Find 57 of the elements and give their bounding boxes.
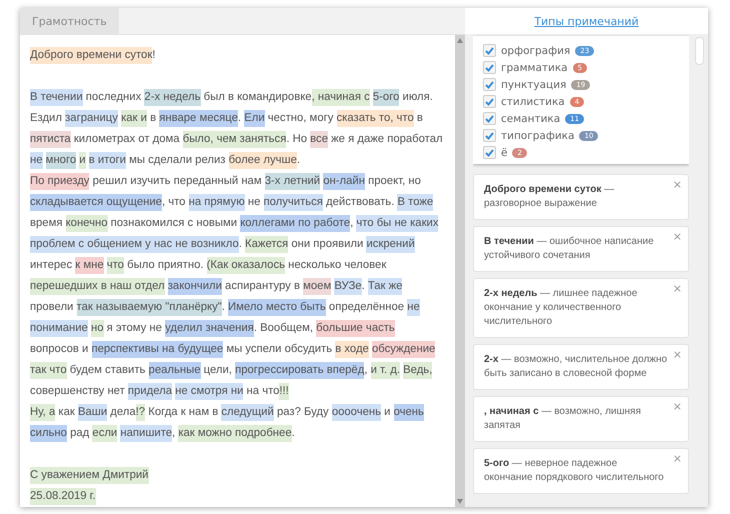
note-card[interactable]: В течении — ошибочное написание устойчивого сочетания × <box>473 226 689 272</box>
filter-label: типографика <box>501 130 574 142</box>
filter-label: семантика <box>501 112 560 124</box>
close-button[interactable]: × <box>672 178 682 191</box>
note-text: 2-х недель — лишнее падежное окончание у количественного числительного <box>484 287 638 329</box>
text-line: 25.08.2019 г. <box>30 486 455 507</box>
text-line: провели так называемую "планёрку". Имело место быть определённое не <box>30 297 455 318</box>
scrollbar[interactable] <box>455 35 465 507</box>
filter-label: грамматика <box>501 62 568 74</box>
scrollbar-thumb[interactable] <box>695 37 704 65</box>
note-card[interactable]: 2-х — возможно, числительное должно быть записано в словесной форме × <box>473 344 689 390</box>
text-line: По приезду решил изучить переданный нам 3-х летний он-лайн проект, но <box>30 171 455 192</box>
note-text: Доброго времени суток — разговорное выражение <box>484 183 616 211</box>
close-button[interactable]: × <box>672 230 682 243</box>
checkbox[interactable] <box>483 61 496 74</box>
text-line: Ездил заграницу как и в январе месяце. Ели честно, могу сказать то, что в <box>30 108 455 129</box>
note-card[interactable]: 5-ого — неверное падежное окончание порядкового числительного × <box>473 448 689 494</box>
text-line: совершенству нет придела не смотря ни на что!!! <box>30 381 455 402</box>
scroll-up-icon[interactable] <box>457 38 463 43</box>
text-line: понимание но я этому не уделил значения. Вообщем, большие часть <box>30 318 455 339</box>
text-line: В течении последних 2-х недель был в командировке, начиная с 5-ого июля. <box>30 87 455 108</box>
note-card[interactable]: , начиная с — возможно, лишняя запятая × <box>473 396 689 442</box>
text-line: перешедших в наш отдел закончили аспирантуру в моем ВУЗе. Так же <box>30 276 455 297</box>
checkbox[interactable] <box>483 112 496 125</box>
checkbox[interactable] <box>483 95 496 108</box>
note-text: 2-х — возможно, числительное должно быть записано в словесной форме <box>484 353 668 381</box>
text-line: не много и в итоги мы сделали релиз более лучше. <box>30 150 455 171</box>
note-text: 5-ого — неверное падежное окончание порядкового числительного <box>484 457 665 485</box>
note-card[interactable]: Доброго времени суток — разговорное выражение × <box>473 174 689 220</box>
text-line: проблем с общением у нас не возникло. Кажется они проявили искрений <box>30 234 455 255</box>
filter-label: стилистика <box>501 96 565 108</box>
text-line: пятиста километрах от дома было, чем заняться. Но все же я даже поработал <box>30 129 455 150</box>
note-text: , начиная с — возможно, лишняя запятая <box>484 405 642 433</box>
close-button[interactable]: × <box>672 348 682 361</box>
text-line: так что будем ставить реальные цели, прогрессировать вперёд, и т. д. Ведь, <box>30 360 455 381</box>
scroll-down-icon[interactable] <box>457 499 463 504</box>
text-line: Ну, а как Ваши дела!? Когда к нам в следущий раз? Буду оооочень и очень <box>30 402 455 423</box>
close-button[interactable]: × <box>672 282 682 295</box>
text-line: интерес к мне что было приятно. (Как оказалось несколько человек <box>30 255 455 276</box>
text-line: Доброго времени суток! <box>30 45 455 66</box>
filter-label: орфография <box>501 44 570 56</box>
checkbox[interactable] <box>483 146 496 159</box>
checkbox[interactable] <box>483 78 496 91</box>
filter-label: пунктуация <box>501 78 566 90</box>
close-button[interactable]: × <box>672 452 682 465</box>
text-line: складывается ощущение, что на прямую не получиться действовать. В тоже <box>30 192 455 213</box>
filter-label: ё <box>501 146 508 158</box>
note-card[interactable]: 2-х недель — лишнее падежное окончание у количественного числительного × <box>473 278 689 338</box>
tab[interactable]: Грамотность <box>20 8 119 34</box>
close-button[interactable]: × <box>672 400 682 413</box>
note-text: В течении — ошибочное написание устойчивого сочетания <box>484 235 655 263</box>
text-line: вопросов и перспективы на будущее мы успели обсудить в ходе обсуждение <box>30 339 455 360</box>
text-line: С уважением Дмитрий <box>30 465 455 486</box>
text-line: сильно рад если напишите, как можно подробнее. <box>30 423 455 444</box>
text-line: время конечно познакомился с новыми коллегами по работе, что бы не каких <box>30 213 455 234</box>
checkbox[interactable] <box>483 129 496 142</box>
checkbox[interactable] <box>483 44 496 57</box>
